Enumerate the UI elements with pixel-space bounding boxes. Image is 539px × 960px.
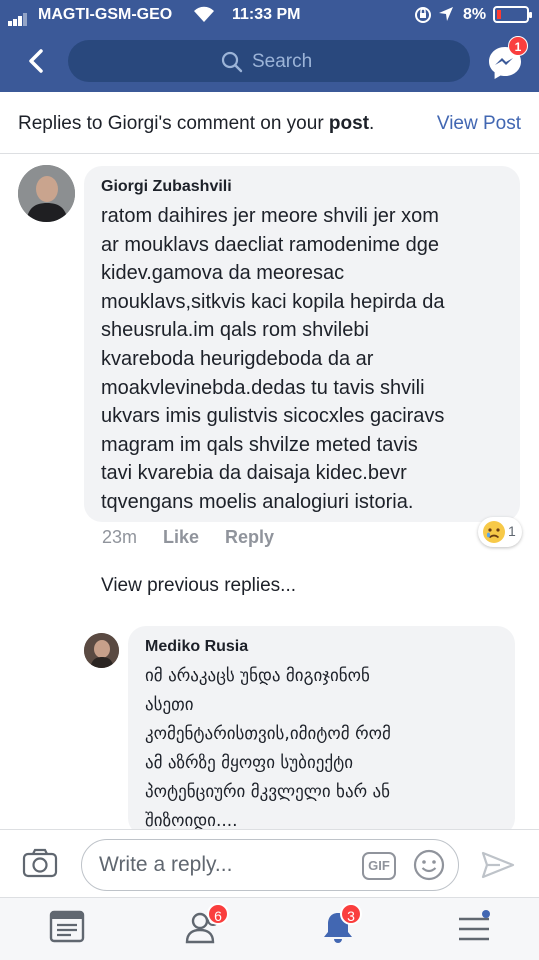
gif-button[interactable]: GIF xyxy=(362,852,396,880)
friend-requests-badge: 6 xyxy=(207,903,229,925)
tab-news-feed[interactable] xyxy=(49,910,85,949)
wifi-icon xyxy=(192,4,216,29)
search-placeholder: Search xyxy=(252,51,313,72)
status-bar: MAGTI-GSM-GEO 11:33 PM 8% xyxy=(0,0,539,30)
messenger-badge: 1 xyxy=(508,36,528,56)
comment-text: იმ არაკაცს უნდა მიგიჯინონ ასეთი კომენტარ… xyxy=(145,666,391,831)
replies-header-text: Replies to Giorgi's comment on your post… xyxy=(18,113,375,134)
battery-percent: 8% xyxy=(463,6,487,23)
clock: 11:33 PM xyxy=(232,6,301,23)
news-feed-icon xyxy=(49,910,85,948)
comment-author[interactable]: Giorgi Zubashvili xyxy=(101,178,232,196)
search-field[interactable]: Search xyxy=(68,40,470,82)
battery-icon xyxy=(493,6,532,23)
location-arrow-icon xyxy=(437,5,455,28)
notifications-badge: 3 xyxy=(340,903,362,925)
rotation-lock-icon xyxy=(413,5,433,30)
avatar[interactable] xyxy=(84,633,119,668)
messenger-icon xyxy=(486,47,524,86)
signal-strength-icon xyxy=(8,8,28,26)
back-arrow-icon[interactable] xyxy=(22,46,52,76)
sad-reaction-icon xyxy=(482,520,506,549)
view-post-link[interactable]: View Post xyxy=(437,113,521,135)
comment-text: ratom daihires jer meore shvili jer xom … xyxy=(101,205,445,513)
tab-menu[interactable] xyxy=(456,910,492,949)
tab-notifications[interactable]: 3 xyxy=(320,903,362,951)
replies-header: Replies to Giorgi's comment on your post… xyxy=(0,92,539,154)
messenger-button[interactable]: 1 xyxy=(486,36,528,82)
comment-timestamp: 23m xyxy=(102,527,138,547)
reaction-summary[interactable]: 1 xyxy=(478,517,522,547)
comment-bubble: Giorgi Zubashvili ratom daihires jer meo… xyxy=(84,166,520,522)
carrier-name: MAGTI-GSM-GEO xyxy=(38,6,173,23)
avatar[interactable] xyxy=(18,165,75,222)
notifications-bell-icon xyxy=(320,913,356,950)
comment-bubble: Mediko Rusia იმ არაკაცს უნდა მიგიჯინონ ა… xyxy=(128,626,515,836)
reply-input[interactable]: Write a reply... GIF xyxy=(81,839,459,891)
send-icon[interactable] xyxy=(480,850,516,885)
comment-author[interactable]: Mediko Rusia xyxy=(145,638,248,656)
reply-composer: Write a reply... GIF xyxy=(0,829,539,897)
top-navigation-bar: MAGTI-GSM-GEO 11:33 PM 8% Search 1 xyxy=(0,0,539,92)
reply-placeholder: Write a reply... xyxy=(99,853,233,876)
menu-hamburger-icon xyxy=(456,910,492,948)
camera-icon[interactable] xyxy=(22,848,58,883)
friend-requests-icon xyxy=(185,912,225,948)
like-button[interactable]: Like xyxy=(163,527,199,548)
bottom-tab-bar: 6 3 xyxy=(0,897,539,960)
sticker-icon[interactable] xyxy=(413,849,445,886)
reply-button[interactable]: Reply xyxy=(225,527,274,548)
tab-friend-requests[interactable]: 6 xyxy=(185,903,229,949)
reaction-count: 1 xyxy=(508,523,516,539)
search-icon xyxy=(220,50,244,79)
view-previous-replies-link[interactable]: View previous replies... xyxy=(101,575,296,597)
